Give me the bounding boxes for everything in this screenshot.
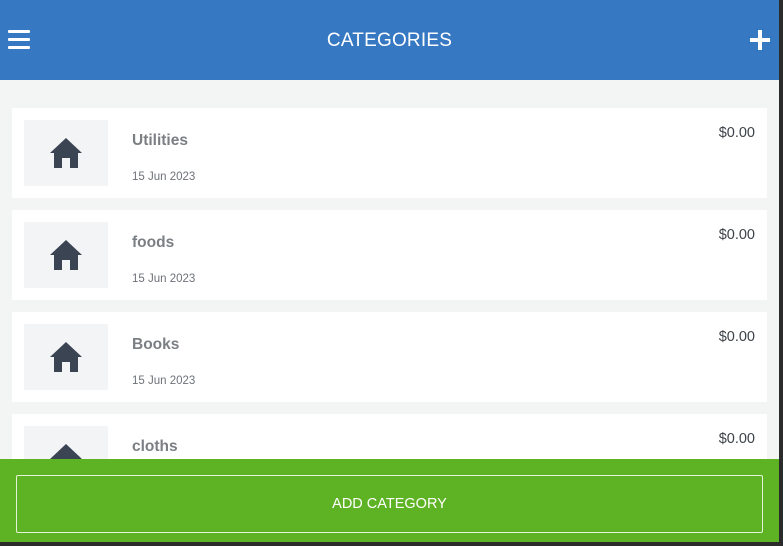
category-name: Utilities xyxy=(132,132,188,149)
page-title: CATEGORIES xyxy=(326,30,453,51)
category-name: foods xyxy=(132,234,175,251)
category-list: Utilities 15 Jun 2023 $0.00 foods 15 Jun… xyxy=(12,108,767,516)
add-category-button[interactable]: ADD CATEGORY xyxy=(16,475,763,533)
top-app-bar: CATEGORIES xyxy=(0,0,779,80)
category-amount: $0.00 xyxy=(718,431,755,447)
bottom-action-bar: ADD CATEGORY xyxy=(0,459,779,542)
category-card[interactable]: Utilities 15 Jun 2023 $0.00 xyxy=(12,108,767,198)
category-thumbnail xyxy=(24,222,108,288)
category-date: 15 Jun 2023 xyxy=(132,375,196,387)
category-date: 15 Jun 2023 xyxy=(132,273,196,285)
category-card[interactable]: Books 15 Jun 2023 $0.00 xyxy=(12,312,767,402)
plus-icon[interactable] xyxy=(749,29,771,51)
house-icon xyxy=(50,138,82,168)
category-card[interactable]: foods 15 Jun 2023 $0.00 xyxy=(12,210,767,300)
category-amount: $0.00 xyxy=(718,125,755,141)
category-date: 15 Jun 2023 xyxy=(132,171,196,183)
app-window: CATEGORIES Utilities 15 Jun 2023 $0.00 f… xyxy=(0,0,779,542)
category-name: Books xyxy=(132,336,180,353)
category-amount: $0.00 xyxy=(718,329,755,345)
category-amount: $0.00 xyxy=(718,227,755,243)
category-name: cloths xyxy=(132,438,178,455)
house-icon xyxy=(50,342,82,372)
category-thumbnail xyxy=(24,324,108,390)
house-icon xyxy=(50,240,82,270)
category-thumbnail xyxy=(24,120,108,186)
